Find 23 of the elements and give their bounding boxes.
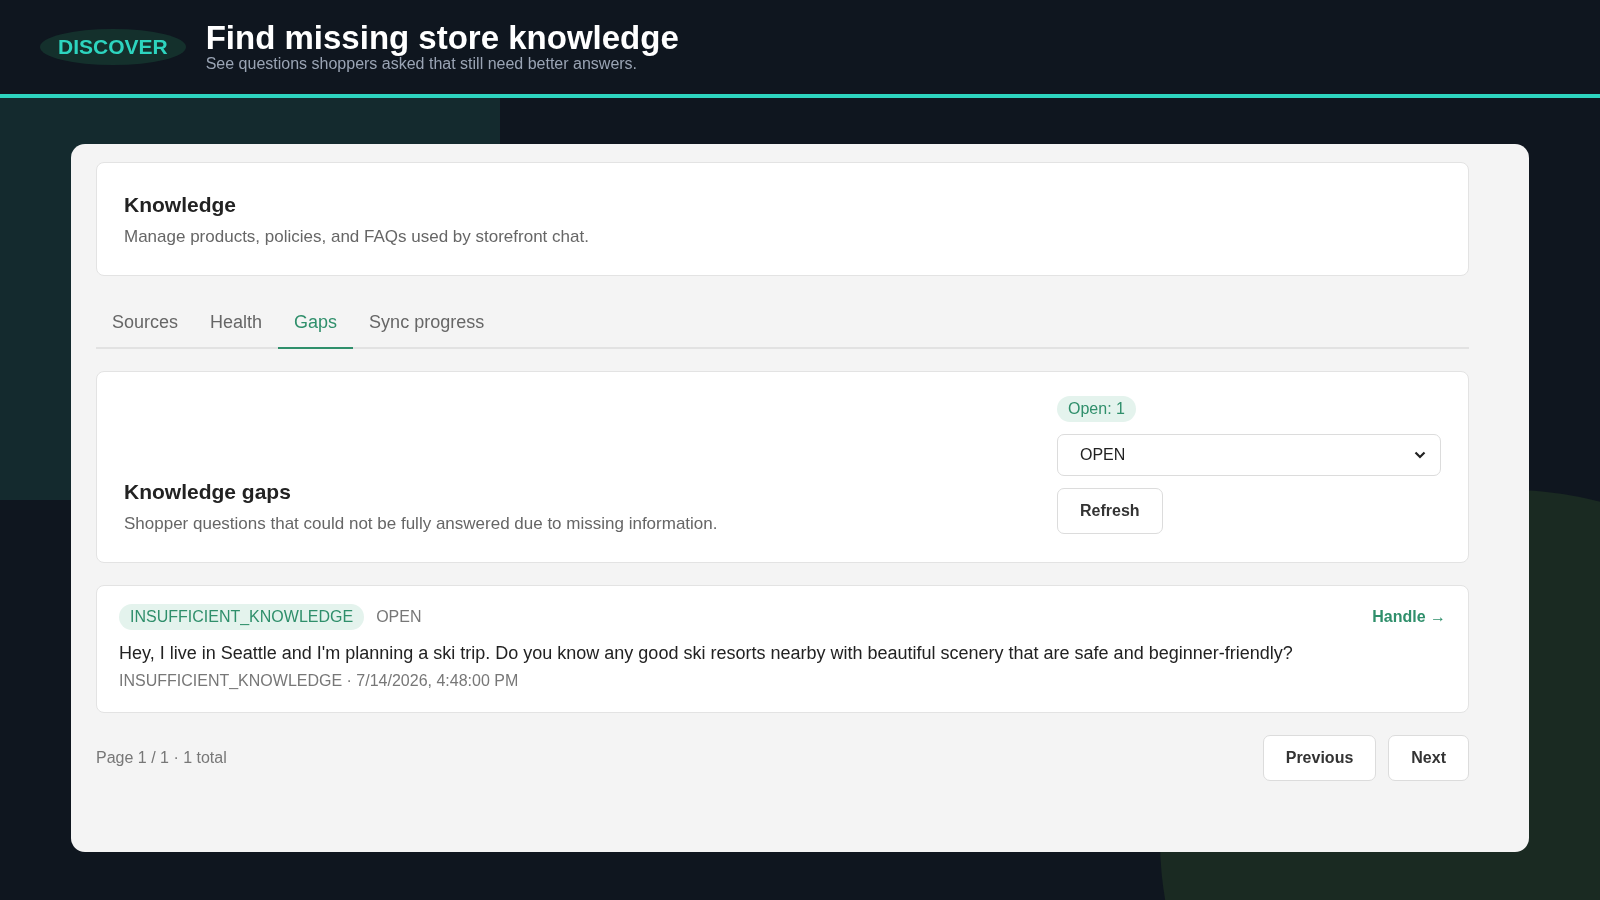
gap-meta: INSUFFICIENT_KNOWLEDGE · 7/14/2026, 4:48:00 PM [119, 672, 520, 691]
status-label: OPEN [376, 608, 422, 626]
previous-button[interactable]: Previous [1262, 735, 1377, 782]
page-title: Find missing store knowledge [205, 20, 679, 56]
panel-title: Knowledge gaps [124, 480, 292, 504]
section-description: Manage products, policies, and FAQs used by storefront chat. [124, 227, 590, 247]
count-badge: Open: 1 [1057, 396, 1136, 422]
question-text: Hey, I live in Seattle and I'm planning a ski trip. Do you know any good ski resorts nearby with beautiful scenery that are safe and beginner-friendly? [119, 642, 1294, 665]
refresh-button[interactable]: Refresh [1057, 488, 1163, 534]
status-dropdown[interactable]: OPEN [1057, 434, 1441, 476]
chevron-down-icon [1414, 451, 1426, 459]
panel-description: Shopper questions that could not be fully answered due to missing information. [124, 514, 718, 534]
tab[interactable]: Gaps [278, 300, 354, 349]
tab[interactable]: Sources [96, 300, 195, 349]
tab[interactable]: Sync progress [353, 300, 501, 349]
page-summary: Page 1 / 1 · 1 total [96, 749, 227, 768]
section-badge: DISCOVER [40, 29, 186, 65]
section-title: Knowledge [124, 193, 237, 217]
tab[interactable]: Health [194, 300, 279, 349]
next-button[interactable]: Next [1388, 735, 1469, 782]
page-subtitle: See questions shoppers asked that still need better answers. [205, 55, 638, 74]
reason-tag: INSUFFICIENT_KNOWLEDGE [119, 604, 365, 630]
handle-link[interactable]: Handle → [1372, 608, 1446, 626]
